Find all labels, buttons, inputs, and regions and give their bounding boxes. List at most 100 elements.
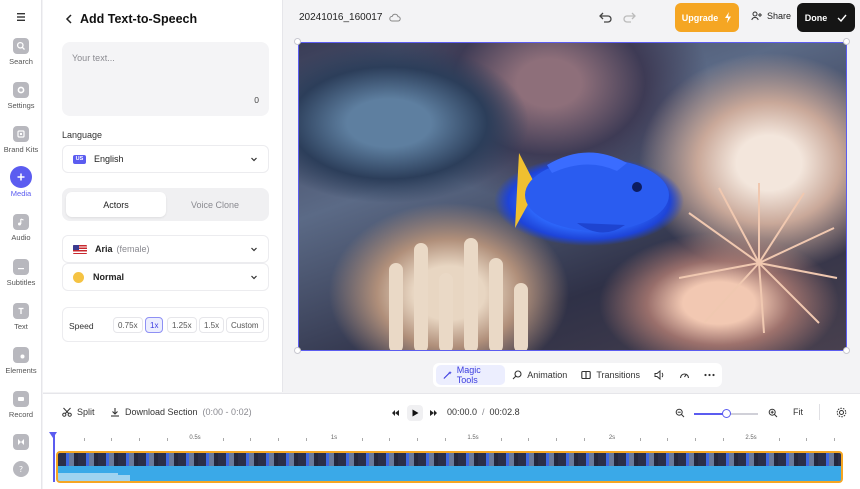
magic-tools-button[interactable]: Magic Tools xyxy=(436,365,506,385)
download-section-button[interactable]: Download Section (0:00 - 0:02) xyxy=(110,407,252,417)
rail-item-settings[interactable]: Settings xyxy=(0,82,42,122)
top-bar: 20241016_160017 Upgrade Share Done xyxy=(284,0,860,36)
tab-actors[interactable]: Actors xyxy=(66,192,166,217)
ruler-tick xyxy=(250,438,251,441)
done-button[interactable]: Done xyxy=(797,3,855,32)
play-button[interactable] xyxy=(407,405,423,421)
ruler-tick xyxy=(167,438,168,441)
speed-button[interactable] xyxy=(672,365,697,385)
ruler-tick xyxy=(584,438,585,441)
back-chevron-icon[interactable] xyxy=(65,14,73,24)
voice-tabs: Actors Voice Clone xyxy=(62,188,269,221)
play-icon xyxy=(412,409,418,417)
cloud-sync-icon xyxy=(389,13,402,22)
skip-back-icon[interactable] xyxy=(392,409,400,417)
chevron-down-icon xyxy=(251,247,257,252)
skip-forward-icon[interactable] xyxy=(429,409,437,417)
speed-label: Speed xyxy=(69,321,94,331)
download-label: Download Section xyxy=(125,407,198,417)
transitions-icon xyxy=(581,370,592,380)
transitions-button[interactable]: Transitions xyxy=(574,365,647,385)
project-name: 20241016_160017 xyxy=(299,12,383,23)
ruler-tick xyxy=(695,438,696,441)
ruler-tick xyxy=(223,438,224,441)
fit-label: Fit xyxy=(793,407,803,417)
actor-note: (female) xyxy=(116,244,150,254)
text-icon xyxy=(13,303,29,319)
split-button[interactable]: Split xyxy=(62,407,95,417)
rail-item-help[interactable]: ? xyxy=(0,461,42,489)
speed-option-1.5x[interactable]: 1.5x xyxy=(199,317,225,333)
rail-label-audio: Audio xyxy=(11,233,31,242)
speed-option-0.75x[interactable]: 0.75x xyxy=(113,317,143,333)
video-clip-track[interactable] xyxy=(56,451,843,483)
undo-icon[interactable] xyxy=(597,10,613,26)
rail-item-elements[interactable]: Elements xyxy=(0,347,42,387)
tts-text-input[interactable]: Your text... 0 xyxy=(62,42,269,116)
ruler-label: 2.5s xyxy=(745,435,757,441)
rail-item-brand-kits[interactable]: Brand Kits xyxy=(0,126,42,166)
zoom-in-icon[interactable] xyxy=(768,408,778,418)
rail-item-subtitles[interactable]: Subtitles xyxy=(0,259,42,299)
tone-select[interactable]: Normal xyxy=(62,263,269,291)
animation-button[interactable]: Animation xyxy=(505,365,574,385)
chevron-down-icon xyxy=(251,275,257,280)
zoom-slider[interactable] xyxy=(694,409,758,418)
speed-option-1x[interactable]: 1x xyxy=(145,317,164,333)
fish-illustration xyxy=(515,152,669,233)
playhead[interactable] xyxy=(50,432,56,482)
ruler-tick xyxy=(501,438,502,441)
zoom-slider-knob[interactable] xyxy=(721,409,731,418)
tone-value: Normal xyxy=(93,272,125,282)
ruler-tick xyxy=(528,438,529,441)
upgrade-button[interactable]: Upgrade xyxy=(675,3,739,32)
rail-item-audio[interactable]: Audio xyxy=(0,214,42,254)
char-count: 0 xyxy=(254,95,259,105)
zoom-out-icon[interactable] xyxy=(675,408,685,418)
more-options-button[interactable] xyxy=(697,365,722,385)
ruler-tick xyxy=(723,438,724,441)
timeline-settings-gear-icon[interactable] xyxy=(836,407,847,418)
speed-option-1.25x[interactable]: 1.25x xyxy=(167,317,197,333)
tab-voice-clone[interactable]: Voice Clone xyxy=(165,192,265,217)
anemone-illustration xyxy=(679,183,838,333)
resize-handle-br[interactable] xyxy=(843,347,850,354)
resize-handle-tl[interactable] xyxy=(294,38,301,45)
actor-select[interactable]: Aria (female) xyxy=(62,235,269,263)
ruler-label: 1s xyxy=(330,435,338,441)
speed-option-custom[interactable]: Custom xyxy=(226,317,264,333)
rail-label-brand-kits: Brand Kits xyxy=(3,145,39,154)
fit-button[interactable]: Fit xyxy=(793,407,803,417)
timeline-ruler: 0.5s 1s 1.5s 2s 2.5s xyxy=(43,432,860,450)
resize-handle-tr[interactable] xyxy=(843,38,850,45)
more-dots-icon xyxy=(704,373,715,377)
redo-icon[interactable] xyxy=(622,10,638,26)
hamburger-menu-icon[interactable] xyxy=(14,10,28,24)
rail-item-text[interactable]: Text xyxy=(0,303,42,343)
rail-item-record[interactable]: Record xyxy=(0,391,42,431)
resize-handle-bl[interactable] xyxy=(294,347,301,354)
rail-item-media[interactable]: Media xyxy=(0,166,42,206)
time-display: 00:00.0 / 00:02.8 xyxy=(447,407,520,417)
volume-button[interactable] xyxy=(647,365,672,385)
magic-tools-label: Magic Tools xyxy=(456,365,481,385)
language-label: Language xyxy=(62,130,103,140)
panel-title: Add Text-to-Speech xyxy=(65,12,197,26)
download-range: (0:00 - 0:02) xyxy=(202,407,252,417)
waveform-segment xyxy=(58,473,118,481)
ruler-label: 1.5s xyxy=(467,435,479,441)
usa-flag-icon xyxy=(73,244,87,254)
share-button[interactable]: Share xyxy=(751,11,791,21)
smiley-emoji-icon xyxy=(73,271,84,283)
add-user-icon xyxy=(751,11,762,21)
language-select[interactable]: US English xyxy=(62,145,269,173)
left-rail: Search Settings Brand Kits Media Audio S… xyxy=(0,0,42,489)
ruler-label: 0.5s xyxy=(189,435,201,441)
rail-item-search[interactable]: Search xyxy=(0,38,42,78)
video-canvas[interactable] xyxy=(298,42,847,351)
total-time: 00:02.8 xyxy=(489,407,520,417)
ruler-label: 2s xyxy=(608,435,616,441)
project-title[interactable]: 20241016_160017 xyxy=(299,12,402,23)
chevron-down-icon xyxy=(251,157,257,162)
plus-icon xyxy=(10,166,32,188)
